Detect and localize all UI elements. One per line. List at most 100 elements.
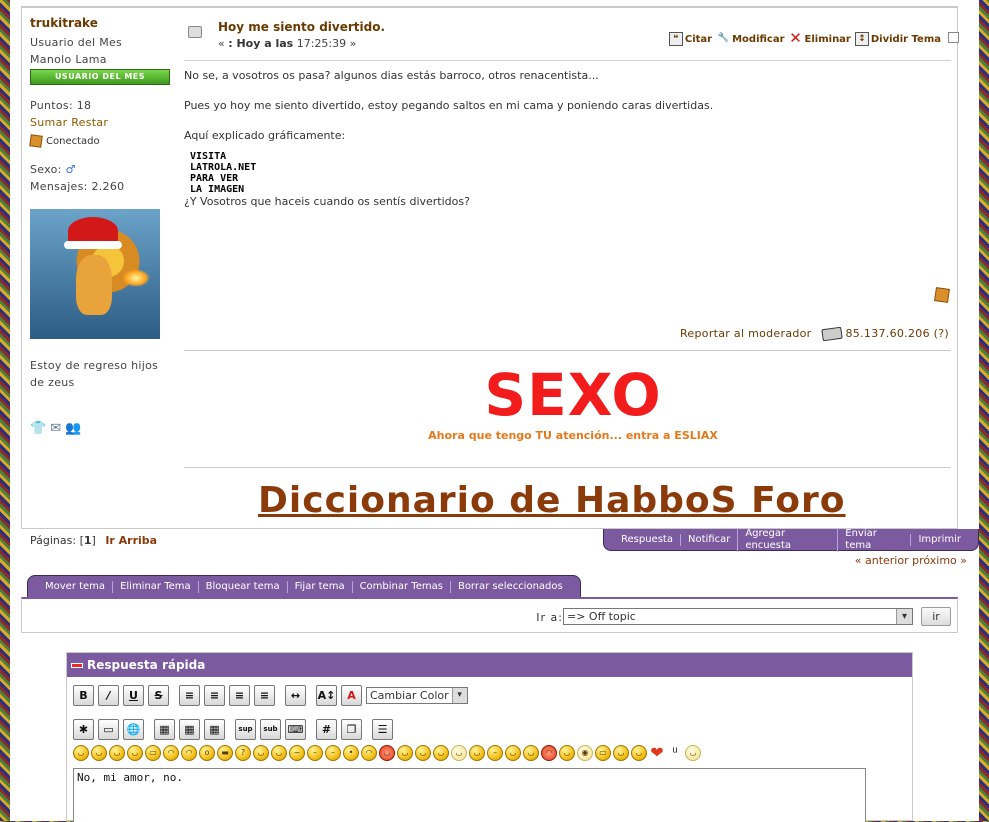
- big-smiley-icon[interactable]: ◡: [685, 745, 701, 761]
- mad-smiley-icon[interactable]: ◠: [541, 745, 557, 761]
- cheesy-smiley-icon[interactable]: ◡: [127, 745, 143, 761]
- collapse-icon[interactable]: [71, 662, 83, 668]
- font-color-button[interactable]: A: [341, 685, 362, 706]
- tab-print[interactable]: Imprimir: [910, 533, 968, 546]
- flash-button[interactable]: ✱: [73, 719, 94, 740]
- sumar-restar-link[interactable]: Sumar Restar: [30, 114, 175, 131]
- tab-merge-topics[interactable]: Combinar Temas: [351, 580, 450, 593]
- delete-button[interactable]: ✕ Eliminar: [789, 31, 851, 46]
- tab-move-topic[interactable]: Mover tema: [38, 581, 112, 593]
- subscript-button[interactable]: sub: [260, 719, 281, 740]
- jump-to-select[interactable]: => Off topic: [563, 608, 913, 625]
- list-button[interactable]: ☰: [372, 719, 393, 740]
- image-button[interactable]: ▭: [98, 719, 119, 740]
- prev-next-links[interactable]: « anterior próximo »: [855, 554, 967, 567]
- go-top-link[interactable]: Ir Arriba: [105, 534, 157, 547]
- dictionary-banner-link[interactable]: Diccionario de HabboS Foro: [258, 480, 845, 521]
- hyperlink-button[interactable]: 🌐: [123, 719, 144, 740]
- quick-reply-textarea[interactable]: No, mi amor, no.: [73, 768, 866, 822]
- ip-link[interactable]: 85.137.60.206 (?): [846, 327, 950, 340]
- quote-button[interactable]: ❝ Citar: [668, 32, 712, 46]
- jump-go-button[interactable]: ir: [921, 607, 951, 626]
- tab-reply[interactable]: Respuesta: [614, 534, 680, 546]
- neutral-smiley-icon[interactable]: –: [487, 745, 503, 761]
- change-color-select[interactable]: Cambiar Color: [366, 687, 468, 704]
- italic-button[interactable]: /: [98, 685, 119, 706]
- code-button[interactable]: #: [316, 719, 337, 740]
- strike-button[interactable]: S: [148, 685, 169, 706]
- post-body: No se, a vosotros os pasa? algunos dias …: [184, 61, 951, 209]
- banner-subline[interactable]: Ahora que tengo TU atención... entra a E…: [184, 429, 962, 442]
- huh-smiley-icon[interactable]: ?: [235, 745, 251, 761]
- simple-smile-icon[interactable]: ͧ: [667, 745, 683, 761]
- table-button[interactable]: ▦: [154, 719, 175, 740]
- teletype-button[interactable]: ⌨: [285, 719, 306, 740]
- pages-label: Páginas: [: [30, 534, 84, 547]
- poster-avatar: [30, 209, 160, 339]
- align-center-button[interactable]: ≡: [229, 685, 250, 706]
- report-moderator-link[interactable]: Reportar al moderador: [680, 327, 812, 340]
- think-smiley-icon[interactable]: ◡: [469, 745, 485, 761]
- horizontal-rule-button[interactable]: ↔: [285, 685, 306, 706]
- table-cell-button[interactable]: ▦: [204, 719, 225, 740]
- cry-smiley-icon[interactable]: ◠: [361, 745, 377, 761]
- police-smiley-icon[interactable]: ◡: [73, 745, 89, 761]
- table-row-button[interactable]: ▦: [179, 719, 200, 740]
- karma-box-icon[interactable]: [934, 287, 950, 303]
- tab-delete-selected[interactable]: Borrar seleccionados: [449, 580, 570, 593]
- blush-smiley-icon[interactable]: ◡: [505, 745, 521, 761]
- underline-button[interactable]: U: [123, 685, 144, 706]
- lipsrsealed-smiley-icon[interactable]: –: [307, 745, 323, 761]
- email-icon[interactable]: ✉: [50, 421, 61, 436]
- superscript-button[interactable]: sup: [235, 719, 256, 740]
- current-page[interactable]: 1: [84, 534, 92, 547]
- tab-add-poll[interactable]: Agregar encuesta: [737, 527, 837, 552]
- post-select-checkbox[interactable]: [948, 32, 959, 43]
- font-size-button[interactable]: A↕: [316, 685, 337, 706]
- angry-smiley-icon[interactable]: ◠: [163, 745, 179, 761]
- jump-to-bar: Ir a: => Off topic ir: [21, 597, 958, 633]
- post-title-link[interactable]: Hoy me siento divertido.: [218, 20, 385, 34]
- rolleyes-smiley-icon[interactable]: ◡: [253, 745, 269, 761]
- align-right-button[interactable]: ≡: [254, 685, 275, 706]
- tab-pin-topic[interactable]: Fijar tema: [286, 580, 352, 593]
- bold-button[interactable]: B: [73, 685, 94, 706]
- sad-smiley-icon[interactable]: ◠: [181, 745, 197, 761]
- modify-button[interactable]: 🔧 Modificar: [716, 32, 784, 46]
- laugh-smiley-icon[interactable]: ◡: [433, 745, 449, 761]
- embarrassed-smiley-icon[interactable]: ~: [289, 745, 305, 761]
- tab-notify[interactable]: Notificar: [679, 533, 737, 546]
- personal-message-icon[interactable]: 👥: [65, 421, 81, 436]
- tab-delete-topic[interactable]: Eliminar Tema: [112, 580, 198, 593]
- silly-smiley-icon[interactable]: ◡: [613, 745, 629, 761]
- split-topic-button[interactable]: ↕ Dividir Tema: [854, 32, 941, 46]
- tongue-smiley-icon[interactable]: ◡: [271, 745, 287, 761]
- quick-reply-header[interactable]: Respuesta rápida: [67, 653, 912, 677]
- shocked-smiley-icon[interactable]: o: [199, 745, 215, 761]
- quote-insert-button[interactable]: ❐: [341, 719, 362, 740]
- lick-smiley-icon[interactable]: ◡: [523, 745, 539, 761]
- undecided-smiley-icon[interactable]: –: [325, 745, 341, 761]
- evil-smiley-icon[interactable]: ◡: [379, 745, 395, 761]
- tab-lock-topic[interactable]: Bloquear tema: [197, 580, 287, 593]
- smile-smiley-icon[interactable]: ◡: [91, 745, 107, 761]
- crazy-smiley-icon[interactable]: ◉: [577, 745, 593, 761]
- tab-send-topic[interactable]: Enviar tema: [837, 527, 910, 552]
- kiss-smiley-icon[interactable]: •: [343, 745, 359, 761]
- profile-shirt-icon[interactable]: 👕: [30, 421, 46, 436]
- pale-smiley-icon[interactable]: ◡: [451, 745, 467, 761]
- azn-smiley-icon[interactable]: ◡: [397, 745, 413, 761]
- align-left-button[interactable]: ≡: [179, 685, 200, 706]
- wink-smiley-icon[interactable]: ◡: [109, 745, 125, 761]
- happy-smiley-icon[interactable]: ◡: [631, 745, 647, 761]
- afro-smiley-icon[interactable]: ◡: [415, 745, 431, 761]
- banner-headline[interactable]: SEXO: [184, 366, 962, 424]
- grin-smiley-icon[interactable]: ▭: [145, 745, 161, 761]
- cool-smiley-icon[interactable]: ▬: [217, 745, 233, 761]
- shy-smiley-icon[interactable]: ◡: [559, 745, 575, 761]
- poster-name-link[interactable]: trukitrake: [30, 16, 175, 30]
- heart-icon[interactable]: ❤: [649, 745, 665, 761]
- align-justify-button[interactable]: ≡: [204, 685, 225, 706]
- teeth-smiley-icon[interactable]: ▭: [595, 745, 611, 761]
- image-placeholder[interactable]: VISITA LATROLA.NET PARA VER LA IMAGEN: [190, 151, 951, 195]
